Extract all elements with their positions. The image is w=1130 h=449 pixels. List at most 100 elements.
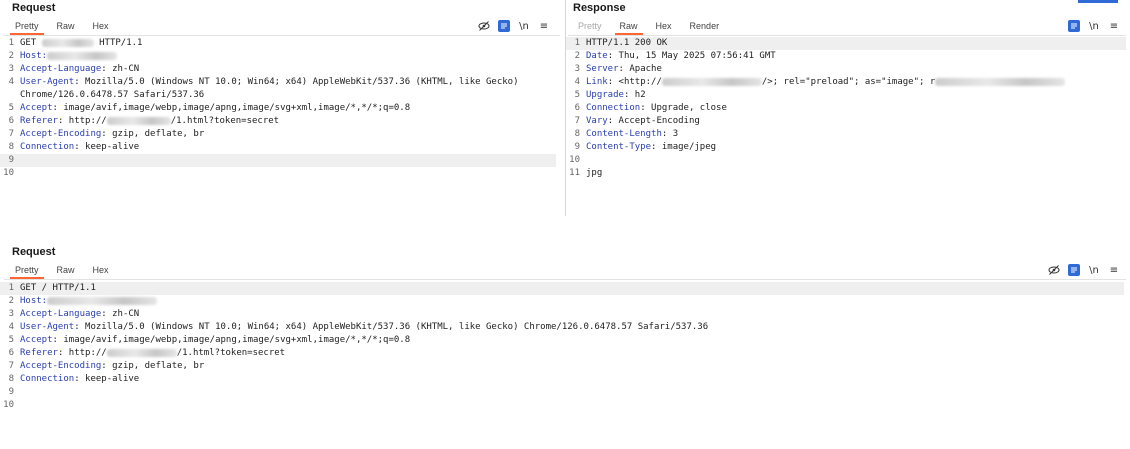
line-number: 6 (574, 103, 580, 113)
header-value: : <http:// (607, 77, 662, 87)
eye-slash-icon[interactable] (1048, 264, 1060, 276)
newline-toggle-icon[interactable]: \n (1088, 20, 1100, 32)
line-number: 3 (8, 309, 14, 319)
code-line: 3 Accept-Language: zh-CN (0, 63, 556, 76)
line-number: 10 (3, 400, 14, 410)
header-value: : Accept-Encoding (607, 116, 700, 126)
code-line: 10 (0, 167, 556, 180)
code-line: 1 GET HTTP/1.1 (0, 37, 556, 50)
code-line: 6 Referer: http:// /1.html?token=secret (0, 115, 556, 128)
header-name: Connection (586, 103, 641, 113)
header-value: : image/avif,image/webp,image/apng,image… (52, 335, 411, 345)
header-value: : gzip, deflate, br (101, 361, 205, 371)
code-line: 7 Accept-Encoding: gzip, deflate, br (0, 128, 556, 141)
header-value: jpg (586, 168, 603, 178)
header-name: Upgrade (586, 90, 624, 100)
header-name: Server (586, 64, 619, 74)
panel-title: Request (12, 2, 56, 14)
header-name: User-Agent (20, 322, 75, 332)
tab-hex[interactable]: Hex (647, 19, 681, 33)
header-name: Link (586, 77, 608, 87)
line-number: 2 (574, 51, 580, 61)
wrap-lines-icon[interactable] (498, 20, 510, 32)
header-value: : Thu, 15 May 2025 07:56:41 GMT (607, 51, 776, 61)
line-number: 9 (8, 155, 14, 165)
line-number: 7 (8, 361, 14, 371)
redacted-text (106, 116, 171, 125)
menu-icon[interactable]: ≡ (1108, 264, 1120, 276)
code-line: 8 Connection: keep-alive (0, 141, 556, 154)
newline-toggle-icon[interactable]: \n (1088, 264, 1100, 276)
header-name: Accept-Encoding (20, 129, 102, 139)
tab-pretty[interactable]: Pretty (569, 19, 611, 33)
line-number: 5 (8, 103, 14, 113)
code-line: 1 HTTP/1.1 200 OK (566, 37, 1126, 50)
header-value: : Apache (618, 64, 662, 74)
code-line: 8 Connection: keep-alive (0, 373, 1124, 386)
header-value: GET / HTTP/1.1 (20, 283, 96, 293)
tab-raw[interactable]: Raw (611, 19, 647, 35)
line-number: 3 (8, 64, 14, 74)
toolbar-icons: \n ≡ (1048, 264, 1120, 276)
line-number: 8 (8, 142, 14, 152)
tab-pretty[interactable]: Pretty (6, 19, 48, 35)
header-name: Referer (20, 116, 58, 126)
toolbar-icons: \n ≡ (1068, 20, 1120, 32)
header-value: : image/jpeg (651, 142, 717, 152)
line-number: 10 (3, 168, 14, 178)
header-name: Referer (20, 348, 58, 358)
line-number: 1 (574, 38, 580, 48)
tabs: Pretty Raw Hex (6, 263, 118, 279)
toolbar-icons: \n ≡ (478, 20, 550, 32)
line-number: 8 (8, 374, 14, 384)
code-line: 5 Accept: image/avif,image/webp,image/apn… (0, 334, 1124, 347)
line-number: 5 (8, 335, 14, 345)
newline-toggle-icon[interactable]: \n (518, 20, 530, 32)
line-number: 9 (574, 142, 580, 152)
code-line: 2 Date: Thu, 15 May 2025 07:56:41 GMT (566, 50, 1126, 63)
redacted-text (47, 296, 158, 305)
line-number: 4 (8, 77, 14, 87)
eye-slash-icon[interactable] (478, 20, 490, 32)
code-line: 4 User-Agent: Mozilla/5.0 (Windows NT 10.… (0, 76, 556, 89)
accent-strip (1078, 0, 1118, 3)
line-number: 3 (574, 64, 580, 74)
header-value: Chrome/126.0.6478.57 Safari/537.36 (20, 90, 205, 100)
tab-pretty[interactable]: Pretty (6, 263, 48, 279)
menu-icon[interactable]: ≡ (1108, 20, 1120, 32)
code-line: 5 Upgrade: h2 (566, 89, 1126, 102)
code-line: 9 Content-Type: image/jpeg (566, 141, 1126, 154)
line-number: 7 (8, 129, 14, 139)
header-name: Host: (20, 51, 48, 61)
code-editor[interactable]: 1 HTTP/1.1 200 OK 2 Date: Thu, 15 May 2025 … (566, 37, 1126, 180)
top-request-panel: Request Pretty Raw Hex \n ≡ 1 GET HTTP/1.… (0, 0, 564, 216)
header-value: GET (20, 38, 42, 48)
tab-hex[interactable]: Hex (84, 19, 118, 33)
header-value: : Mozilla/5.0 (Windows NT 10.0; Win64; x… (74, 77, 519, 87)
header-name: Host: (20, 296, 48, 306)
panel-title: Response (573, 2, 626, 14)
menu-icon[interactable]: ≡ (538, 20, 550, 32)
code-editor[interactable]: 1 GET HTTP/1.1 2 Host: 3 Accept-Language: zh-… (0, 37, 556, 180)
wrap-lines-icon[interactable] (1068, 264, 1080, 276)
wrap-lines-icon[interactable] (1068, 20, 1080, 32)
tab-render[interactable]: Render (681, 19, 729, 33)
top-response-panel: Response Pretty Raw Hex Render \n ≡ 1 HTT… (566, 0, 1130, 216)
header-value: : 3 (661, 129, 679, 139)
code-line: 5 Accept: image/avif,image/webp,image/apn… (0, 102, 556, 115)
tabbar-divider (568, 35, 1126, 36)
redacted-text (41, 38, 94, 47)
code-line: 8 Content-Length: 3 (566, 128, 1126, 141)
tab-hex[interactable]: Hex (84, 263, 118, 277)
code-editor[interactable]: 1 GET / HTTP/1.1 2 Host: 3 Accept-Language: z… (0, 282, 1124, 412)
tab-raw[interactable]: Raw (48, 263, 84, 277)
line-number: 4 (574, 77, 580, 87)
redacted-text (47, 51, 118, 60)
bottom-request-panel: Request Pretty Raw Hex \n ≡ 1 GET / HTTP/… (0, 244, 1130, 449)
line-number: 4 (8, 322, 14, 332)
code-line: 2 Host: (0, 50, 556, 63)
tab-raw[interactable]: Raw (48, 19, 84, 33)
code-line: Chrome/126.0.6478.57 Safari/537.36 (0, 89, 556, 102)
code-line: 6 Referer: http:// /1.html?token=secret (0, 347, 1124, 360)
header-name: Content-Type (586, 142, 652, 152)
